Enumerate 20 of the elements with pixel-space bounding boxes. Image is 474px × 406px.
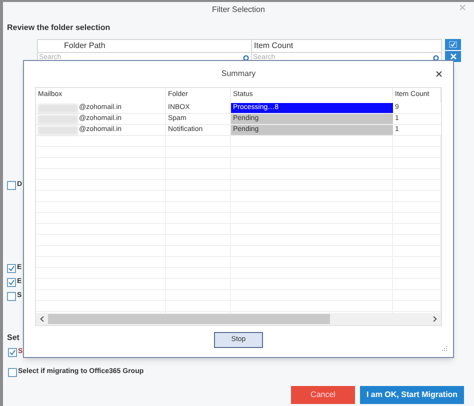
checkbox[interactable] xyxy=(8,368,17,377)
check-all-button[interactable] xyxy=(445,39,461,50)
start-migration-button[interactable]: I am OK, Start Migration xyxy=(360,386,464,404)
scroll-thumb[interactable] xyxy=(48,314,330,324)
checkbox[interactable] xyxy=(7,292,16,301)
checkbox[interactable] xyxy=(7,264,16,273)
dialog-title: Summary xyxy=(221,68,256,80)
checkbox[interactable] xyxy=(8,348,17,357)
checkbox[interactable] xyxy=(7,181,16,190)
window-title: Filter Selection xyxy=(212,4,265,16)
column-header: Folder Path xyxy=(64,40,106,52)
column-header: Item Count xyxy=(254,40,294,52)
horizontal-scrollbar[interactable] xyxy=(36,313,441,325)
close-icon[interactable] xyxy=(436,71,442,77)
cancel-button[interactable]: Cancel xyxy=(291,386,355,404)
uncheck-all-button[interactable] xyxy=(445,51,461,62)
section-heading: Review the folder selection xyxy=(7,23,110,32)
checkbox[interactable] xyxy=(7,278,16,287)
check-icon xyxy=(449,41,457,48)
section-label: Set xyxy=(7,333,20,342)
